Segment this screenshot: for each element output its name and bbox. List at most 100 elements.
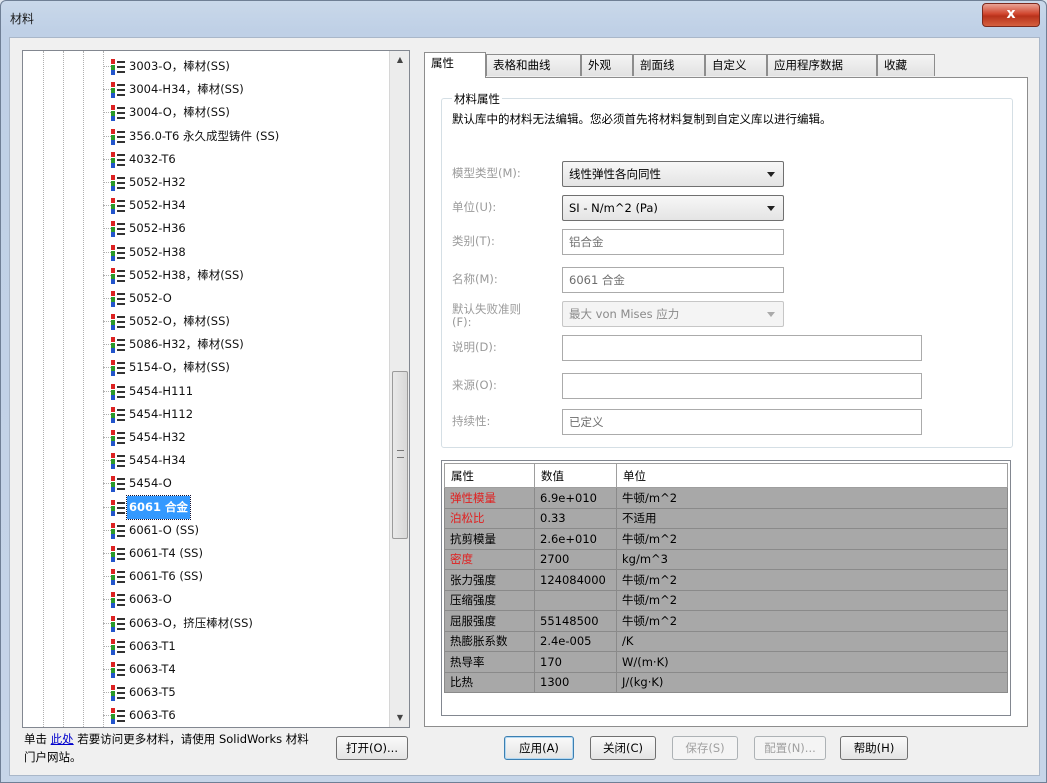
tree-item[interactable]: 5454-H32	[23, 426, 389, 449]
tree-item[interactable]: 6063-T4	[23, 658, 389, 681]
property-value-cell: 1300	[534, 671, 617, 693]
dropdown-arrow-icon	[767, 206, 775, 211]
tree-item[interactable]: 356.0-T6 永久成型铸件 (SS)	[23, 125, 389, 148]
property-name-cell: 热导率	[444, 651, 535, 673]
property-table: 属性 数值 单位 弹性模量 6.9e+010 牛顿/m^2 泊松比 0.33 不适用 抗剪模…	[444, 463, 1008, 693]
tree-item[interactable]: 5052-H36	[23, 217, 389, 240]
tree-item[interactable]: 5154-O，棒材(SS)	[23, 356, 389, 379]
property-unit-cell: kg/m^3	[616, 548, 1008, 570]
material-icon	[111, 174, 125, 191]
material-icon	[111, 59, 125, 75]
model-type-select[interactable]: 线性弹性各向同性	[562, 161, 784, 187]
tree-item[interactable]: 5052-O	[23, 287, 389, 310]
tab-properties[interactable]: 属性	[424, 52, 486, 78]
close-window-button[interactable]: x	[982, 3, 1040, 27]
help-button[interactable]: 帮助(H)	[840, 736, 908, 760]
apply-button[interactable]: 应用(A)	[504, 736, 574, 760]
property-name-cell: 弹性模量	[444, 487, 535, 509]
tree-item[interactable]: 6063-T6	[23, 704, 389, 727]
tree-item[interactable]: 3004-H34，棒材(SS)	[23, 78, 389, 101]
tree-item-label: 6061-T4 (SS)	[129, 545, 203, 560]
table-row[interactable]: 压缩强度 牛顿/m^2	[444, 589, 1008, 611]
table-row[interactable]: 比热 1300 J/(kg·K)	[444, 671, 1008, 693]
tree-item[interactable]: 6063-T1	[23, 635, 389, 658]
tree-item[interactable]: 6061-T4 (SS)	[23, 542, 389, 565]
category-field[interactable]: 铝合金	[562, 229, 784, 255]
tree-item[interactable]: 5052-O，棒材(SS)	[23, 310, 389, 333]
category-label: 类别(T):	[452, 234, 495, 248]
tree-item[interactable]: 5454-O	[23, 472, 389, 495]
description-field[interactable]	[562, 335, 922, 361]
table-row[interactable]: 屈服强度 55148500 牛顿/m^2	[444, 610, 1008, 632]
tree-item[interactable]: 6063-O，挤压棒材(SS)	[23, 612, 389, 635]
tab-crosshatch[interactable]: 剖面线	[633, 54, 705, 76]
property-value-cell: 6.9e+010	[534, 487, 617, 509]
scroll-up-arrow-icon[interactable]: ▲	[390, 51, 409, 69]
open-button[interactable]: 打开(O)...	[336, 736, 408, 760]
column-header-value[interactable]: 数值	[534, 463, 617, 488]
scroll-down-arrow-icon[interactable]: ▼	[390, 709, 409, 727]
close-button[interactable]: 关闭(C)	[590, 736, 656, 760]
tree-item[interactable]: 6061-O (SS)	[23, 519, 389, 542]
tree-item-label: 6063-O	[129, 592, 172, 607]
material-icon	[111, 476, 125, 493]
column-header-property[interactable]: 属性	[444, 463, 535, 488]
property-unit-cell: 牛顿/m^2	[616, 589, 1008, 611]
tree-item[interactable]: 6061-T6 (SS)	[23, 565, 389, 588]
table-row[interactable]: 张力强度 124084000 牛顿/m^2	[444, 569, 1008, 591]
material-list: 3003-O，棒材(SS) 3004-H34，棒材(SS) 3004-O，棒材(SS…	[23, 55, 389, 727]
material-icon	[111, 569, 125, 586]
table-row[interactable]: 热膨胀系数 2.4e-005/K	[444, 630, 1008, 652]
table-row[interactable]: 泊松比 0.33 不适用	[444, 507, 1008, 529]
dropdown-arrow-icon	[767, 172, 775, 177]
tree-item[interactable]: 5454-H112	[23, 403, 389, 426]
property-value-cell: 55148500	[534, 610, 617, 632]
material-icon	[111, 360, 125, 377]
source-field[interactable]	[562, 373, 922, 399]
tab-appearance[interactable]: 外观	[581, 54, 633, 76]
table-row[interactable]: 抗剪模量 2.6e+010 牛顿/m^2	[444, 528, 1008, 550]
tab-favorites[interactable]: 收藏	[877, 54, 935, 76]
scroll-thumb[interactable]	[392, 371, 408, 539]
group-title: 材料属性	[452, 91, 502, 107]
table-row[interactable]: 密度 2700 kg/m^3	[444, 548, 1008, 570]
tree-item[interactable]: 5454-H34	[23, 449, 389, 472]
tree-scrollbar[interactable]: ▲ ▼	[389, 51, 409, 727]
tree-item[interactable]: 6063-T5	[23, 681, 389, 704]
tree-item[interactable]: 3003-O，棒材(SS)	[23, 55, 389, 78]
tree-item[interactable]: 5052-H38，棒材(SS)	[23, 264, 389, 287]
tree-item-label: 6063-T5	[129, 685, 176, 700]
tree-item[interactable]: 6063-O	[23, 588, 389, 611]
dialog-client: 3003-O，棒材(SS) 3004-H34，棒材(SS) 3004-O，棒材(SS…	[9, 37, 1040, 776]
tab-custom[interactable]: 自定义	[705, 54, 767, 76]
property-unit-cell: /K	[616, 630, 1008, 652]
tab-application-data[interactable]: 应用程序数据	[767, 54, 877, 76]
material-icon	[111, 685, 125, 702]
failure-criterion-label: 默认失败准则(F):	[452, 302, 521, 329]
tree-item[interactable]: 6061 合金	[23, 494, 389, 520]
tree-item[interactable]: 5052-H32	[23, 171, 389, 194]
portal-link[interactable]: 此处	[51, 732, 74, 746]
table-row[interactable]: 热导率 170 W/(m·K)	[444, 651, 1008, 673]
tab-tables-curves[interactable]: 表格和曲线	[486, 54, 581, 76]
name-field[interactable]: 6061 合金	[562, 267, 784, 293]
tree-item[interactable]: 3004-O，棒材(SS)	[23, 101, 389, 124]
tree-item[interactable]: 5454-H111	[23, 380, 389, 403]
sustainability-field[interactable]: 已定义	[562, 409, 922, 435]
tree-item-label: 5052-O	[129, 290, 172, 305]
material-icon	[111, 545, 125, 562]
grip-icon	[397, 450, 404, 458]
column-header-unit[interactable]: 单位	[616, 463, 1008, 488]
tree-item-label: 6061 合金	[125, 494, 192, 520]
tree-item[interactable]: 5086-H32，棒材(SS)	[23, 333, 389, 356]
tree-item[interactable]: 4032-T6	[23, 148, 389, 171]
material-icon	[111, 267, 125, 284]
tree-item-label: 3003-O，棒材(SS)	[129, 59, 230, 73]
property-unit-cell: 牛顿/m^2	[616, 528, 1008, 550]
units-select[interactable]: SI - N/m^2 (Pa)	[562, 195, 784, 221]
property-unit-cell: W/(m·K)	[616, 651, 1008, 673]
material-icon	[111, 82, 125, 99]
table-row[interactable]: 弹性模量 6.9e+010 牛顿/m^2	[444, 487, 1008, 509]
tree-item[interactable]: 5052-H38	[23, 241, 389, 264]
tree-item[interactable]: 5052-H34	[23, 194, 389, 217]
